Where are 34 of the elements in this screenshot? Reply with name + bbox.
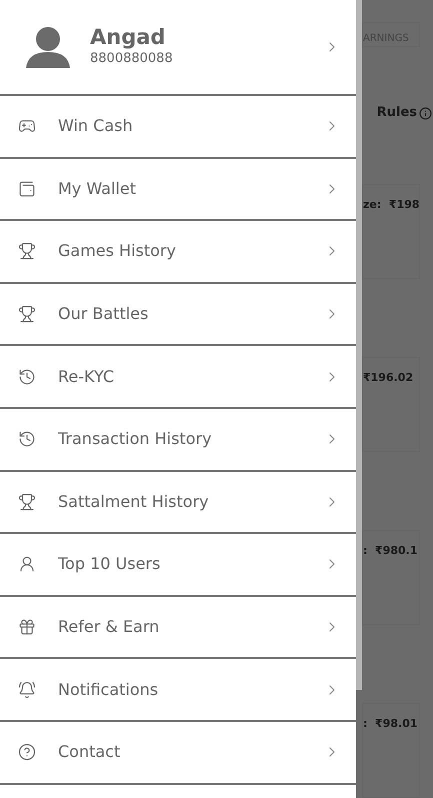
prize-amount: : ₹980.1: [363, 544, 418, 557]
menu-label: Contact: [58, 741, 122, 764]
menu-label: Transaction History: [58, 428, 213, 450]
prize-amount: : ₹98.01: [363, 717, 418, 730]
gift-icon: [18, 618, 36, 636]
history-icon: [18, 368, 36, 386]
trophy-icon: [18, 242, 36, 260]
prize-amount: ₹196.02: [363, 371, 414, 384]
menu-label: My Wallet: [58, 178, 137, 200]
history-icon: [18, 430, 36, 448]
menu-item[interactable]: Contact: [0, 722, 356, 785]
menu-label: Refer & Earn: [58, 616, 160, 638]
menu-label: Our Battles: [58, 303, 150, 326]
info-icon: [419, 107, 432, 120]
user-name: Angad: [90, 25, 166, 50]
avatar-icon: [26, 26, 70, 68]
scrollbar[interactable]: [356, 0, 362, 690]
menu-label: Games History: [58, 240, 177, 262]
wallet-icon: [18, 180, 36, 198]
menu-label: Top 10 Users: [58, 553, 162, 576]
profile-header[interactable]: Angad 8800880088: [0, 0, 356, 96]
menu-label: Sattalment History: [58, 490, 210, 513]
trophy-icon: [18, 305, 36, 324]
trophy-icon: [18, 492, 36, 511]
help-icon: [18, 743, 36, 762]
bell-icon: [18, 680, 36, 699]
rules-label: Rules: [376, 104, 417, 122]
phone-number: 8800880088: [90, 50, 174, 68]
menu-label: Re-KYC: [58, 366, 116, 388]
menu-label: Notifications: [58, 678, 160, 701]
prize-amount: ze: ₹198: [363, 198, 420, 211]
user-icon: [18, 555, 36, 574]
menu-item[interactable]: Notifications: [0, 659, 356, 722]
menu-label: Win Cash: [58, 115, 134, 138]
